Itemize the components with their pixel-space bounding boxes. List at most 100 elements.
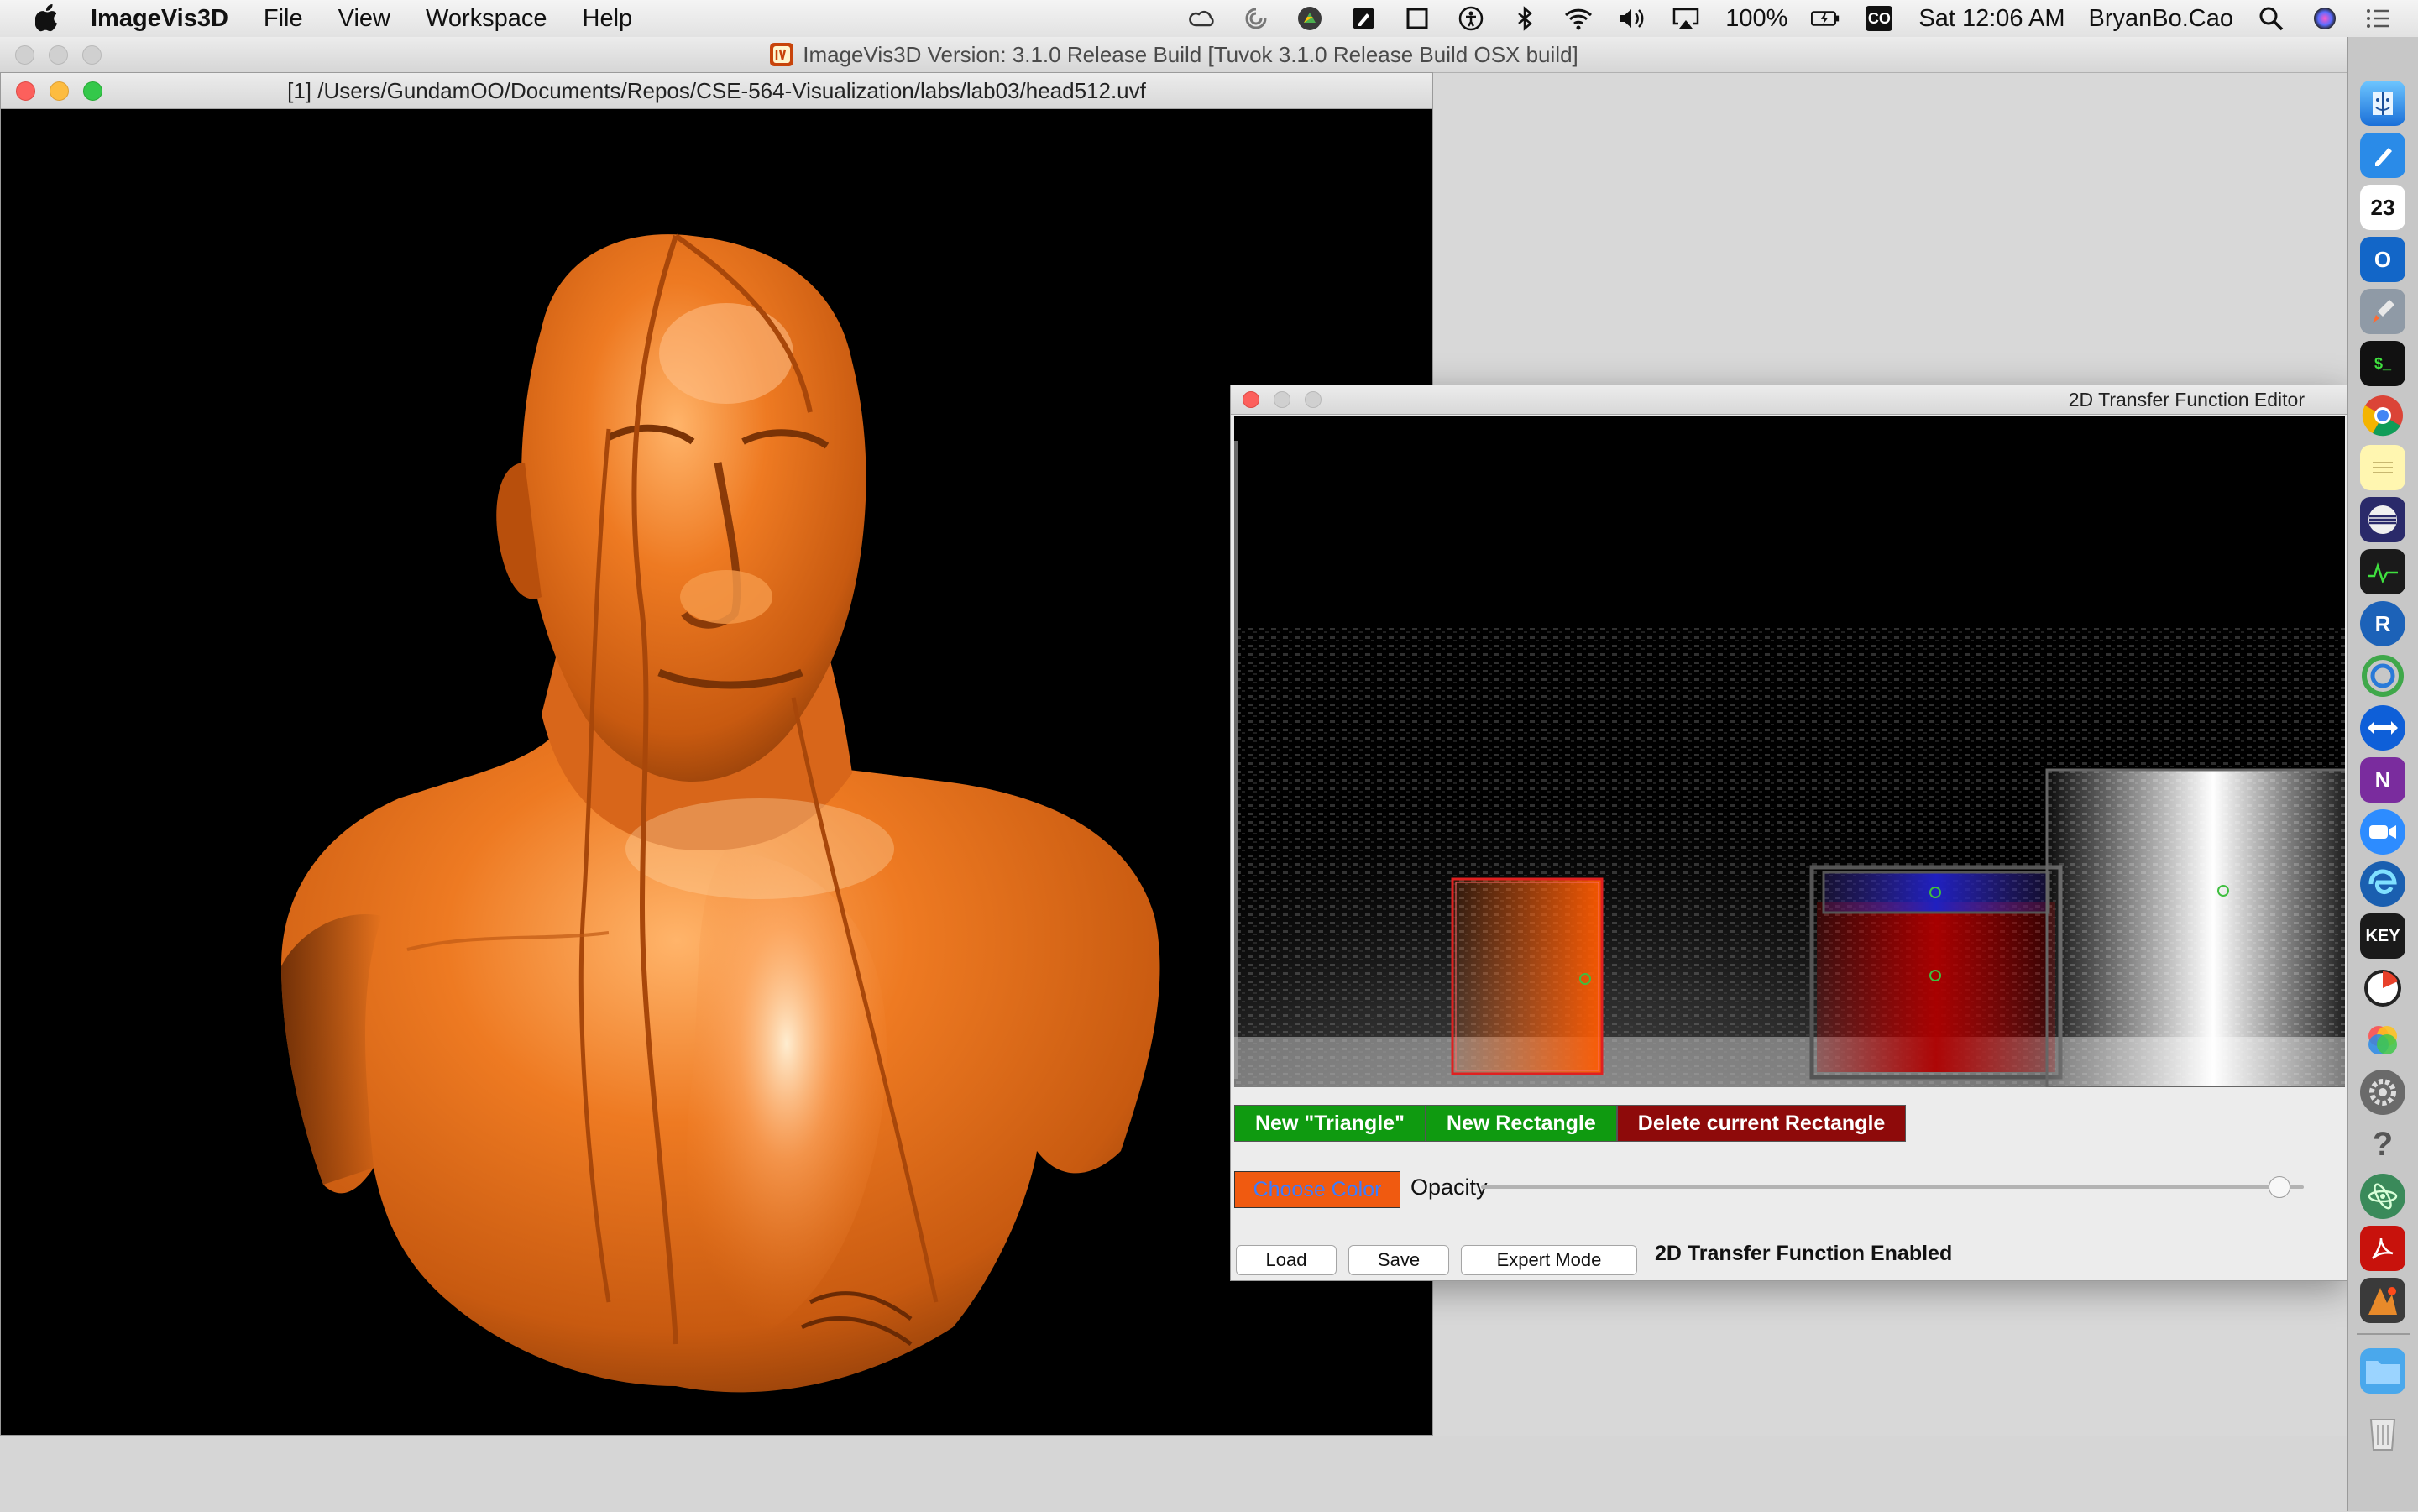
tf-widget-buttons: New "Triangle" New Rectangle Delete curr…: [1234, 1105, 1907, 1142]
notification-center-icon[interactable]: [2364, 4, 2393, 33]
expert-mode-button[interactable]: Expert Mode: [1461, 1245, 1637, 1275]
menu-file[interactable]: File: [264, 5, 303, 33]
main-window-title: ImageVis3D Version: 3.1.0 Release Build …: [803, 41, 1578, 67]
tf-window-controls: [1243, 385, 1336, 414]
main-window-controls: [15, 37, 116, 72]
help-icon[interactable]: ?: [2360, 1122, 2405, 1167]
photos-icon[interactable]: [2360, 1018, 2405, 1063]
google-drive-icon[interactable]: [1295, 4, 1324, 33]
calendar-day: 23: [2370, 194, 2395, 220]
load-button[interactable]: Load: [1236, 1245, 1337, 1275]
render-minimize-button[interactable]: [50, 81, 69, 101]
tf-window-title: 2D Transfer Function Editor: [2068, 389, 2305, 411]
search-icon[interactable]: [2257, 4, 2285, 33]
dock: 23 O $_ R N KEY ?: [2347, 37, 2418, 1511]
render-close-button[interactable]: [16, 81, 35, 101]
launchpad-icon[interactable]: [2360, 289, 2405, 334]
menu-workspace[interactable]: Workspace: [426, 5, 547, 33]
save-button[interactable]: Save: [1348, 1245, 1449, 1275]
battery-icon[interactable]: [1811, 4, 1840, 33]
render-window: [1] /Users/GundamOO/Documents/Repos/CSE-…: [0, 72, 1433, 1436]
siri-icon[interactable]: [2311, 4, 2339, 33]
eclipse-icon[interactable]: [2360, 497, 2405, 542]
chrome-icon[interactable]: [2360, 393, 2405, 438]
accessibility-icon[interactable]: [1457, 4, 1485, 33]
delete-rectangle-button[interactable]: Delete current Rectangle: [1616, 1105, 1907, 1142]
zoom-icon[interactable]: [2360, 809, 2405, 855]
main-close-button[interactable]: [15, 44, 34, 65]
notes-icon[interactable]: [1349, 4, 1378, 33]
battery-percent[interactable]: 100%: [1725, 5, 1787, 33]
render-window-title: [1] /Users/GundamOO/Documents/Repos/CSE-…: [287, 77, 1146, 103]
opacity-slider-track[interactable]: [1481, 1185, 2304, 1189]
tf-title-bar[interactable]: 2D Transfer Function Editor: [1231, 385, 2347, 415]
tf-histogram-canvas[interactable]: [1234, 416, 2345, 1087]
main-zoom-button[interactable]: [82, 44, 102, 65]
imagevis3d-icon: [770, 43, 794, 66]
keynote-icon[interactable]: KEY: [2360, 913, 2405, 959]
cc-badge-label: CO: [1866, 6, 1893, 31]
transfer-function-editor-window: 2D Transfer Function Editor New "Triangl…: [1230, 385, 2347, 1281]
activity-monitor-icon[interactable]: [2360, 549, 2405, 594]
menu-view[interactable]: View: [338, 5, 390, 33]
tf-close-button[interactable]: [1243, 391, 1259, 408]
r-label: R: [2374, 610, 2391, 636]
tf-status-label: 2D Transfer Function Enabled: [1655, 1242, 1953, 1265]
calendar-icon[interactable]: 23: [2360, 185, 2405, 230]
r-icon[interactable]: R: [2360, 601, 2405, 646]
teamviewer-icon[interactable]: [2360, 705, 2405, 751]
onenote-icon[interactable]: N: [2360, 757, 2405, 803]
outlook-letter: O: [2374, 246, 2392, 272]
anaconda-icon[interactable]: [2360, 653, 2405, 698]
clock[interactable]: Sat 12:06 AM: [1918, 5, 2065, 33]
choose-color-button[interactable]: Choose Color: [1234, 1171, 1400, 1208]
onenote-label: N: [2374, 766, 2391, 793]
render-zoom-button[interactable]: [83, 81, 102, 101]
status-area: 100% CO Sat 12:06 AM BryanBo.Cao: [1188, 0, 2418, 37]
volume-icon[interactable]: [1618, 4, 1646, 33]
imagevis3d-dock-icon[interactable]: [2360, 1278, 2405, 1323]
histogram-graph: [1234, 441, 2345, 1087]
outlook-icon[interactable]: O: [2360, 237, 2405, 282]
volume-rendering-head: [281, 233, 1160, 1393]
wifi-icon[interactable]: [1564, 4, 1593, 33]
opacity-label: Opacity: [1410, 1175, 1488, 1200]
system-preferences-icon[interactable]: [2360, 1070, 2405, 1115]
terminal-icon[interactable]: $_: [2360, 341, 2405, 386]
user-name[interactable]: BryanBo.Cao: [2089, 5, 2234, 33]
main-title-bar[interactable]: ImageVis3D Version: 3.1.0 Release Build …: [0, 37, 2347, 73]
acrobat-icon[interactable]: [2360, 1226, 2405, 1271]
airplay-icon[interactable]: [1672, 4, 1700, 33]
window-icon[interactable]: [1403, 4, 1431, 33]
pages-icon[interactable]: [2360, 133, 2405, 178]
render-title-bar[interactable]: [1] /Users/GundamOO/Documents/Repos/CSE-…: [1, 73, 1432, 109]
keynote-label: KEY: [2365, 926, 2400, 945]
new-rectangle-button[interactable]: New Rectangle: [1425, 1105, 1617, 1142]
terminal-label: $_: [2374, 354, 2392, 372]
render-window-controls: [16, 73, 117, 108]
notes-icon[interactable]: [2360, 445, 2405, 490]
apple-menu-icon[interactable]: [35, 4, 60, 33]
new-triangle-button[interactable]: New "Triangle": [1234, 1105, 1426, 1142]
sync-icon[interactable]: [1242, 4, 1270, 33]
folder-icon[interactable]: [2360, 1348, 2405, 1394]
main-window-status-strip: [0, 1436, 2347, 1512]
cc-badge[interactable]: CO: [1865, 4, 1893, 33]
dock-separator: [2357, 1333, 2410, 1335]
trash-icon[interactable]: [2360, 1409, 2405, 1454]
edge-icon[interactable]: [2360, 861, 2405, 907]
tf-zoom-button[interactable]: [1305, 391, 1322, 408]
atom-icon[interactable]: [2360, 1174, 2405, 1219]
help-glyph: ?: [2372, 1125, 2394, 1163]
menu-help[interactable]: Help: [583, 5, 633, 33]
tf-minimize-button[interactable]: [1274, 391, 1290, 408]
bluetooth-icon[interactable]: [1510, 4, 1539, 33]
menu-bar: ImageVis3D File View Workspace Help 100%…: [0, 0, 2418, 38]
finder-icon[interactable]: [2360, 81, 2405, 126]
opacity-slider-handle[interactable]: [2268, 1176, 2290, 1198]
bowtie-icon[interactable]: [2360, 965, 2405, 1011]
volume-render-viewport[interactable]: [4, 110, 1431, 1433]
menu-app-name[interactable]: ImageVis3D: [91, 5, 228, 33]
main-minimize-button[interactable]: [49, 44, 68, 65]
creative-cloud-icon[interactable]: [1188, 4, 1217, 33]
